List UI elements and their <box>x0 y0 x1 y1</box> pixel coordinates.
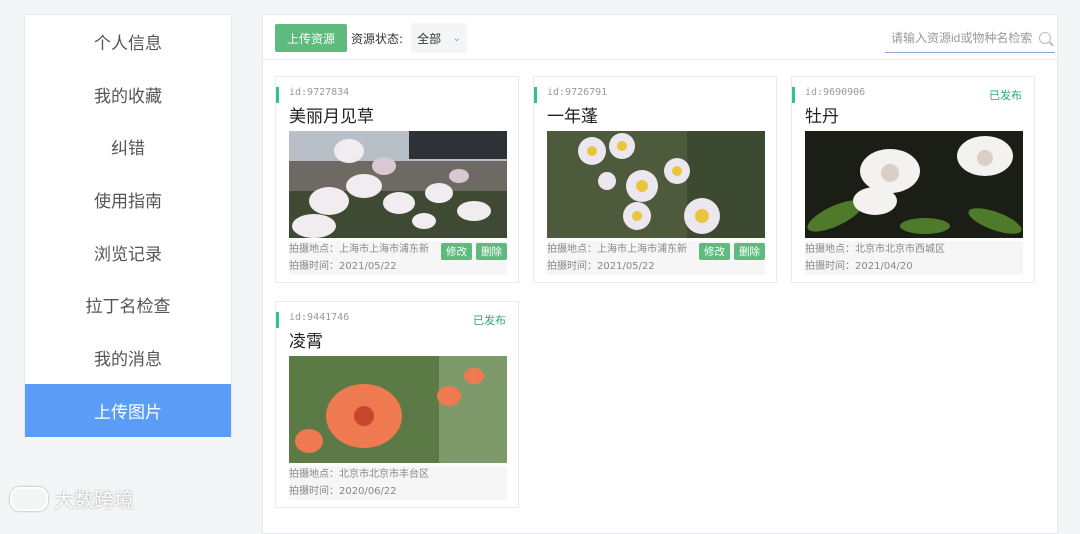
card-accent-bar <box>276 87 279 103</box>
fleabane-photo[interactable] <box>547 131 765 238</box>
upload-resource-button[interactable]: 上传资源 <box>275 24 348 52</box>
species-name: 一年蓬 <box>547 107 598 127</box>
shooting-location: 拍摄地点：北京市北京市西城区 <box>805 244 945 255</box>
chevron-down-icon: ⌄ <box>452 32 462 44</box>
card-accent-bar <box>792 87 795 103</box>
card-meta: 拍摄地点：北京市北京市西城区 拍摄时间：2021/04/20 <box>805 241 1023 275</box>
published-badge: 已发布 <box>473 314 506 327</box>
main-panel: 上传资源 资源状态: 全部 ⌄ id:9727834 美丽月见草 <box>262 14 1058 534</box>
sidebar: 个人信息 我的收藏 纠错 使用指南 浏览记录 拉丁名检查 我的消息 上传图片 <box>24 14 232 437</box>
card-meta: 拍摄地点：上海市上海市浦东新 拍摄时间：2021/05/22 修改 删除 <box>547 241 765 275</box>
sidebar-item-favorites[interactable]: 我的收藏 <box>25 68 231 121</box>
card-accent-bar <box>276 312 279 328</box>
resource-card[interactable]: id:9690906 已发布 牡丹 拍摄地点：北京市北京市西城区 拍摄时间：20… <box>791 76 1035 283</box>
resource-id: id:9727834 <box>289 87 350 98</box>
shooting-location: 拍摄地点：上海市上海市浦东新 <box>289 244 429 255</box>
toolbar-divider <box>263 59 1057 60</box>
sidebar-item-corrections[interactable]: 纠错 <box>25 120 231 173</box>
search-icon[interactable] <box>1039 31 1051 44</box>
resource-id: id:9441746 <box>289 312 350 323</box>
species-name: 凌霄 <box>289 332 323 352</box>
evening-primrose-photo[interactable] <box>289 131 507 238</box>
card-meta: 拍摄地点：上海市上海市浦东新 拍摄时间：2021/05/22 修改 删除 <box>289 241 507 275</box>
edit-button[interactable]: 修改 <box>441 243 472 260</box>
search-input[interactable] <box>889 29 1038 46</box>
shooting-date: 拍摄时间：2021/05/22 <box>289 261 397 272</box>
watermark-text: 大数跨境 <box>54 488 134 512</box>
search-box[interactable] <box>885 23 1055 53</box>
status-filter-select[interactable]: 全部 ⌄ <box>411 23 468 53</box>
delete-button[interactable]: 删除 <box>476 243 507 260</box>
shooting-location: 拍摄地点：北京市北京市丰台区 <box>289 469 429 480</box>
resource-card[interactable]: id:9441746 已发布 凌霄 拍摄地点：北京市北京市丰台区 拍摄时间：20… <box>275 301 519 508</box>
shooting-location: 拍摄地点：上海市上海市浦东新 <box>547 244 687 255</box>
status-filter-label: 资源状态: <box>351 31 404 46</box>
toolbar: 上传资源 资源状态: 全部 ⌄ <box>275 23 1057 53</box>
trumpet-creeper-photo[interactable] <box>289 356 507 463</box>
resource-id: id:9726791 <box>547 87 608 98</box>
watermark-logo-icon <box>10 486 48 511</box>
resource-card[interactable]: id:9726791 一年蓬 拍摄地点：上海市上海市浦东新 拍摄时间：2021/… <box>533 76 777 283</box>
resource-card[interactable]: id:9727834 美丽月见草 拍摄地点：上海市上海市浦东新 拍摄时间：202… <box>275 76 519 283</box>
shooting-date: 拍摄时间：2021/04/20 <box>805 261 913 272</box>
sidebar-item-history[interactable]: 浏览记录 <box>25 226 231 279</box>
sidebar-item-latin-check[interactable]: 拉丁名检查 <box>25 278 231 331</box>
sidebar-item-messages[interactable]: 我的消息 <box>25 331 231 384</box>
resource-id: id:9690906 <box>805 87 866 98</box>
sidebar-item-upload-images[interactable]: 上传图片 <box>25 383 231 437</box>
published-badge: 已发布 <box>989 89 1022 102</box>
peony-photo[interactable] <box>805 131 1023 238</box>
edit-button[interactable]: 修改 <box>699 243 730 260</box>
sidebar-item-guide[interactable]: 使用指南 <box>25 173 231 226</box>
species-name: 美丽月见草 <box>289 107 374 127</box>
shooting-date: 拍摄时间：2020/06/22 <box>289 486 397 497</box>
watermark: 大数跨境 <box>10 484 134 513</box>
shooting-date: 拍摄时间：2021/05/22 <box>547 261 655 272</box>
sidebar-item-profile[interactable]: 个人信息 <box>25 15 231 68</box>
delete-button[interactable]: 删除 <box>734 243 765 260</box>
card-accent-bar <box>534 87 537 103</box>
card-meta: 拍摄地点：北京市北京市丰台区 拍摄时间：2020/06/22 <box>289 466 507 500</box>
species-name: 牡丹 <box>805 107 839 127</box>
status-filter-value: 全部 <box>417 31 442 46</box>
